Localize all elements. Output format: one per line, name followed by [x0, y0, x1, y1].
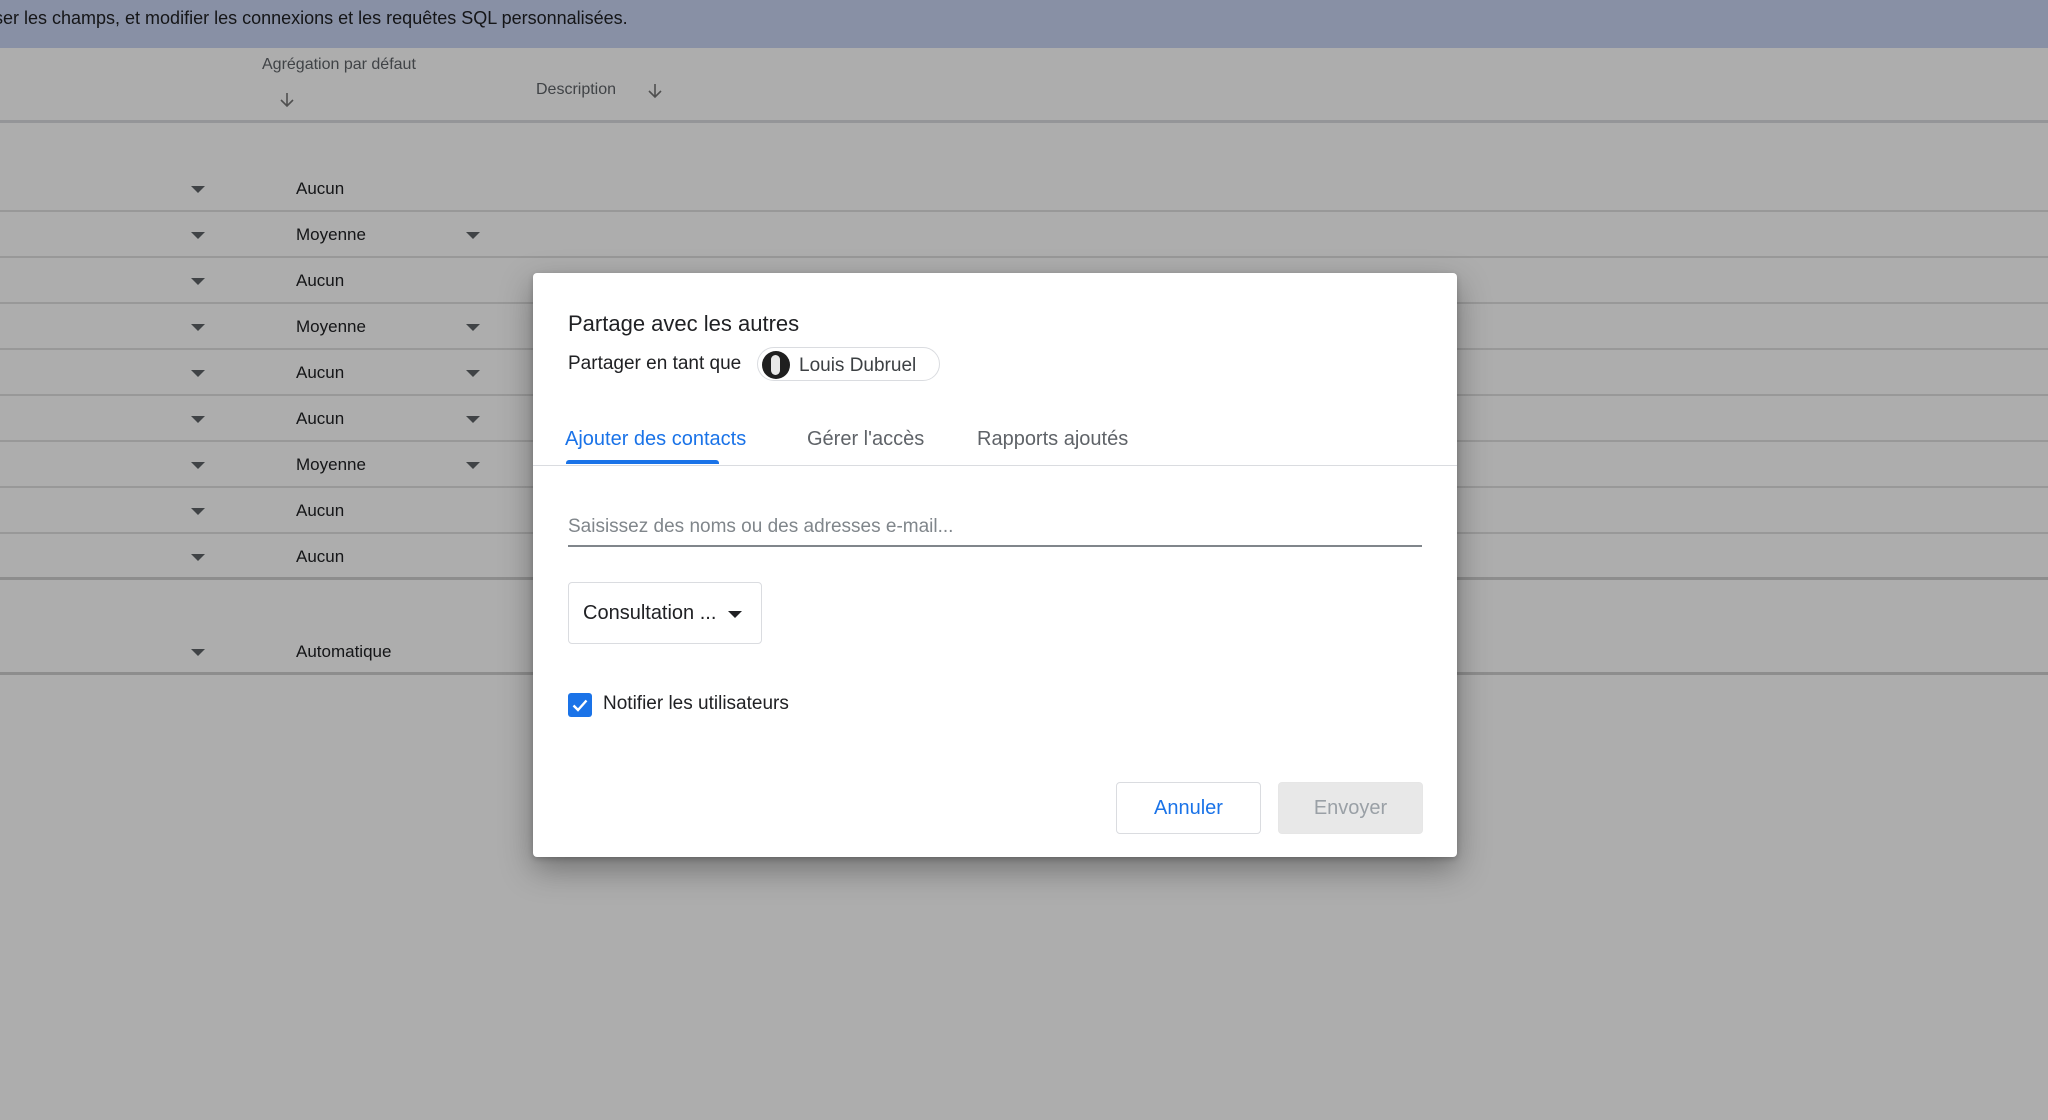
user-chip[interactable]: Louis Dubruel	[757, 347, 940, 381]
share-as-label: Partager en tant que	[568, 353, 742, 374]
avatar	[762, 351, 790, 379]
share-dialog: Partage avec les autres Partager en tant…	[533, 273, 1457, 857]
permission-select-value: Consultation ...	[583, 602, 717, 624]
chevron-down-icon	[728, 611, 742, 618]
cancel-button[interactable]: Annuler	[1116, 782, 1261, 834]
active-tab-indicator	[566, 460, 719, 464]
tab-manage-access[interactable]: Gérer l'accès	[807, 428, 924, 451]
notify-checkbox[interactable]	[568, 693, 592, 717]
notify-checkbox-label[interactable]: Notifier les utilisateurs	[603, 693, 789, 715]
tab-add-contacts[interactable]: Ajouter des contacts	[565, 428, 746, 451]
tabs-divider	[533, 465, 1457, 466]
user-name: Louis Dubruel	[799, 355, 917, 376]
send-button[interactable]: Envoyer	[1278, 782, 1423, 834]
permission-select[interactable]: Consultation ...	[568, 582, 762, 644]
checkmark-icon	[572, 699, 588, 712]
dialog-title: Partage avec les autres	[568, 311, 800, 336]
contact-search-input[interactable]	[568, 509, 1422, 547]
tab-added-reports[interactable]: Rapports ajoutés	[977, 428, 1128, 451]
